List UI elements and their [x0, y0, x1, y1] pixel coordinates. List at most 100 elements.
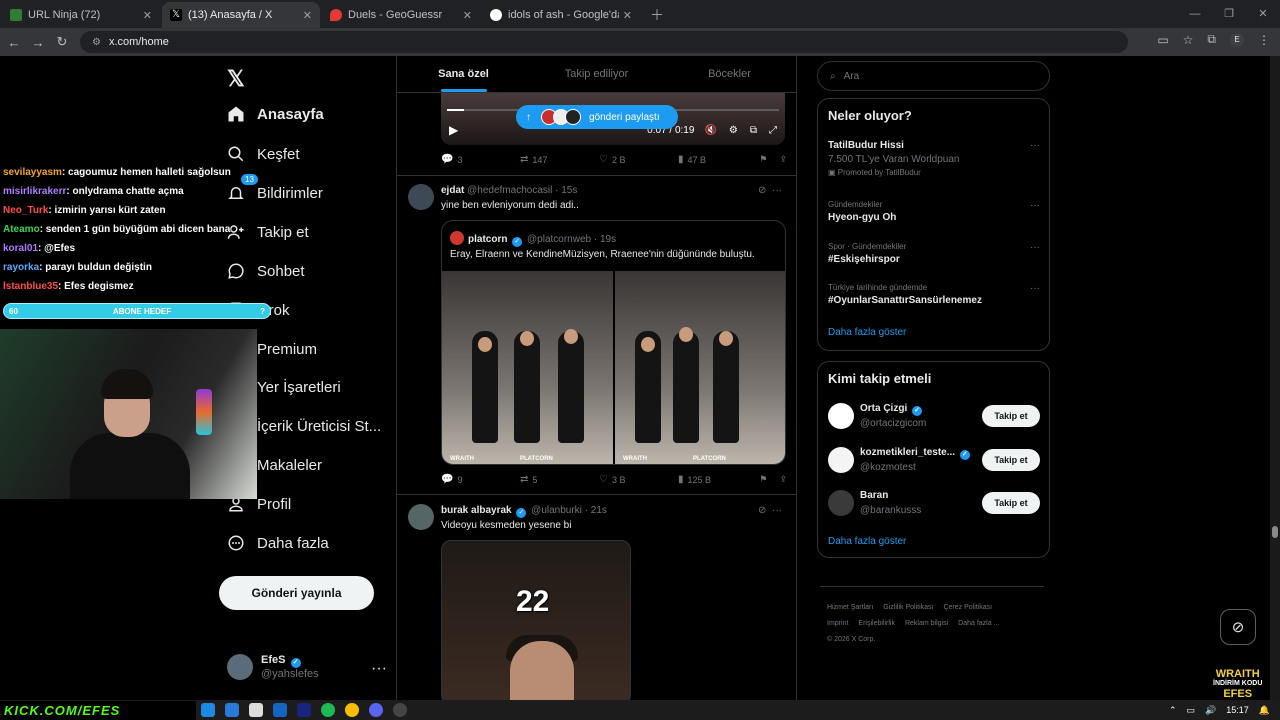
trend-item[interactable]: TatilBudur Hissi 7.500 TL'ye Varan World… [828, 140, 1040, 177]
search-input[interactable]: ⌕ Ara [817, 61, 1050, 91]
back-icon[interactable]: ← [2, 35, 26, 50]
share-icon[interactable]: ⇪ [779, 154, 787, 165]
follow-suggestion[interactable]: kozmetikleri_teste... ✓ @kozmotest Takip… [828, 447, 1040, 475]
tab-for-you[interactable]: Sana özel [397, 56, 530, 92]
minimize-icon[interactable]: — [1178, 0, 1212, 28]
close-tab-icon[interactable]: ✕ [303, 9, 312, 22]
restore-icon[interactable]: ❐ [1212, 0, 1246, 28]
trend-item[interactable]: Türkiye tarihinde gündemde #OyunlarSanat… [828, 283, 1040, 306]
follow-suggestion[interactable]: Orta Çizgi ✓ @ortacizgicom Takip et [828, 403, 1040, 431]
notepad-icon[interactable] [249, 703, 263, 717]
footer-link[interactable]: Çerez Politikası [943, 604, 992, 611]
footer-link[interactable]: Imprint [827, 620, 848, 627]
grok-float-button[interactable]: ⊘ [1220, 609, 1256, 645]
more-dots-icon[interactable]: ··· [371, 660, 387, 678]
more-dots-icon[interactable]: ··· [1030, 242, 1040, 253]
play-icon[interactable]: ▶ [449, 123, 458, 137]
footer-link[interactable]: Erişilebilirlik [858, 620, 895, 627]
repost-button[interactable]: ⇄ 5 [520, 474, 599, 485]
spotify-icon[interactable] [321, 703, 335, 717]
like-button[interactable]: ♡ 3 B [599, 474, 678, 485]
chevron-up-icon[interactable]: ⌃ [1169, 705, 1177, 716]
follow-suggestion[interactable]: Baran @barankusss Takip et [828, 490, 1040, 518]
more-dots-icon[interactable]: ··· [772, 505, 782, 516]
trend-item[interactable]: Gündemdekiler Hyeon-gyu Oh ··· [828, 200, 1040, 223]
tab-x-home[interactable]: 𝕏 (13) Anasayfa / X ✕ [162, 2, 320, 28]
new-tab-button[interactable]: ＋ [650, 2, 664, 28]
avatar[interactable] [408, 504, 434, 530]
page-scrollbar[interactable] [1270, 56, 1280, 700]
post-photo[interactable]: WRAITH PLATCORN [442, 271, 613, 464]
post-button[interactable]: Gönderi yayınla [219, 576, 374, 610]
close-tab-icon[interactable]: ✕ [623, 9, 632, 22]
photos-icon[interactable] [225, 703, 239, 717]
tab-google-search[interactable]: idols of ash - Google'da Ara ✕ [482, 2, 640, 28]
show-more-link[interactable]: Daha fazla göster [828, 327, 906, 338]
tab-geoguessr[interactable]: Duels - GeoGuessr ✕ [322, 2, 480, 28]
show-more-link[interactable]: Daha fazla göster [828, 536, 906, 547]
cast-icon[interactable]: ▭ [1157, 33, 1168, 47]
url-omnibox[interactable]: ⚙ x.com/home [80, 31, 1128, 53]
bookmark-icon[interactable]: ⚑ [759, 154, 767, 165]
bookmark-icon[interactable]: ⚑ [759, 474, 767, 485]
more-dots-icon[interactable]: ··· [1030, 140, 1040, 151]
nav-explore[interactable]: Keşfet [227, 145, 300, 163]
clock[interactable]: 15:17 [1226, 705, 1249, 715]
repost-button[interactable]: ⇄ 147 [520, 154, 599, 165]
network-icon[interactable]: ▭ [1187, 705, 1196, 716]
grok-icon[interactable]: ⊘ [758, 505, 766, 516]
nav-home[interactable]: Anasayfa [227, 105, 324, 123]
chrome-icon[interactable] [345, 703, 359, 717]
site-info-icon[interactable]: ⚙ [92, 37, 101, 48]
follow-button[interactable]: Takip et [982, 449, 1040, 471]
avatar[interactable] [408, 184, 434, 210]
reply-button[interactable]: 💬 9 [441, 474, 520, 485]
fullscreen-icon[interactable]: ⤢ [769, 125, 777, 136]
bookmark-star-icon[interactable]: ☆ [1183, 33, 1194, 47]
extensions-icon[interactable]: ⧉ [1207, 32, 1216, 47]
post-photo[interactable]: WRAITH PLATCORN [615, 271, 785, 464]
tab-following[interactable]: Takip ediliyor [530, 56, 663, 92]
footer-link[interactable]: Reklam bilgisi [905, 620, 948, 627]
follow-button[interactable]: Takip et [982, 405, 1040, 427]
mute-icon[interactable]: 🔇 [704, 125, 716, 136]
browser-menu-icon[interactable]: ⋮ [1258, 33, 1270, 47]
views-button[interactable]: ▮ 47 B [678, 154, 757, 165]
tab-url-ninja[interactable]: URL Ninja (72) ✕ [2, 2, 160, 28]
obs-icon[interactable] [393, 703, 407, 717]
more-dots-icon[interactable]: ··· [1030, 283, 1040, 294]
scrollbar-thumb[interactable] [1272, 526, 1278, 538]
like-button[interactable]: ♡ 2 B [599, 154, 678, 165]
quoted-post[interactable]: platcorn ✓ @platcornweb · 19s Eray, Elra… [441, 220, 786, 465]
new-posts-pill[interactable]: ↑ gönderi paylaştı [516, 105, 678, 129]
footer-link[interactable]: Hizmet Şartları [827, 604, 873, 611]
follow-button[interactable]: Takip et [982, 492, 1040, 514]
close-window-icon[interactable]: ✕ [1246, 0, 1280, 28]
close-tab-icon[interactable]: ✕ [143, 9, 152, 22]
edge-icon[interactable] [201, 703, 215, 717]
grok-icon[interactable]: ⊘ [758, 185, 766, 196]
close-tab-icon[interactable]: ✕ [463, 9, 472, 22]
profile-avatar[interactable]: E [1230, 32, 1244, 47]
reload-icon[interactable]: ↻ [50, 34, 74, 50]
forward-icon[interactable]: → [26, 35, 50, 50]
speaker-icon[interactable]: 🔊 [1205, 705, 1216, 716]
views-button[interactable]: ▮ 125 B [678, 474, 757, 485]
x-logo-icon[interactable]: 𝕏 [227, 66, 245, 92]
reply-button[interactable]: 💬 3 [441, 154, 520, 165]
video-player[interactable]: 22 [441, 540, 631, 700]
trend-item[interactable]: Spor · Gündemdekiler #Eskişehirspor ··· [828, 242, 1040, 265]
notification-bell-icon[interactable]: 🔔 [1259, 705, 1270, 716]
settings-icon[interactable]: ⚙ [729, 125, 738, 136]
discord-icon[interactable] [369, 703, 383, 717]
outlook-icon[interactable] [273, 703, 287, 717]
pip-icon[interactable]: ⧉ [750, 125, 757, 136]
share-icon[interactable]: ⇪ [779, 474, 787, 485]
more-dots-icon[interactable]: ··· [772, 185, 782, 196]
account-switcher[interactable]: EfeS ✓ @yahslefes ··· [227, 654, 387, 680]
footer-link[interactable]: Daha fazla ... [958, 620, 999, 627]
tab-bugs[interactable]: Böcekler [663, 56, 796, 92]
more-dots-icon[interactable]: ··· [1030, 200, 1040, 211]
steam-icon[interactable] [297, 703, 311, 717]
nav-more[interactable]: Daha fazla [227, 534, 329, 552]
